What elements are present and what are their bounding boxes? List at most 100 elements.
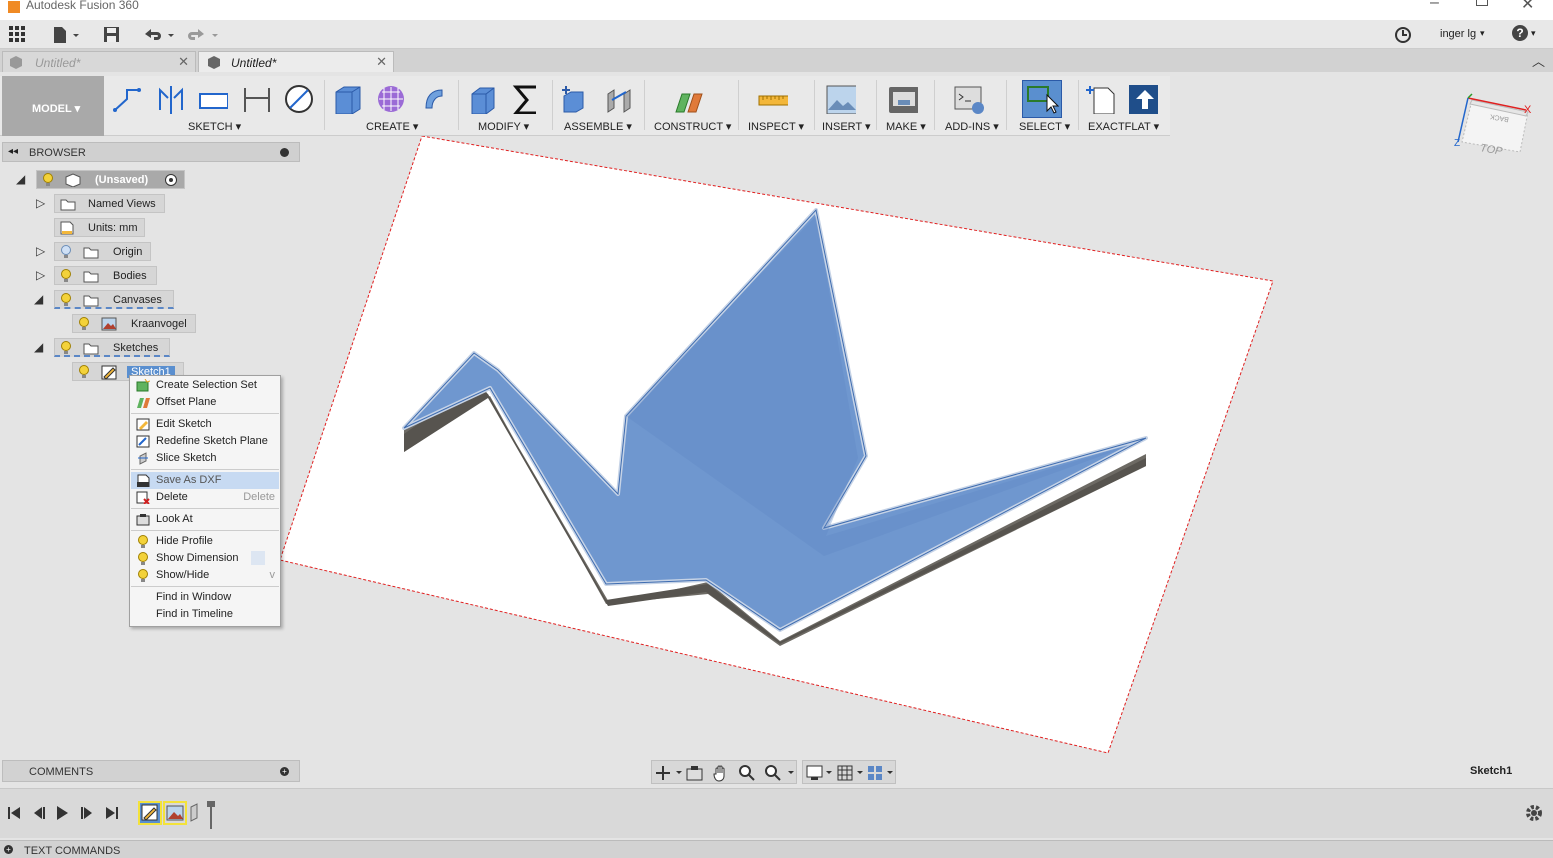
create-group-label[interactable]: CREATE ▾ — [366, 120, 418, 133]
browser-node-bodies[interactable]: Bodies — [54, 266, 157, 285]
visibility-bulb-icon[interactable] — [42, 173, 54, 187]
browser-options-icon[interactable] — [280, 148, 289, 157]
timeline-previous-icon[interactable] — [30, 805, 46, 821]
timeline-next-icon[interactable] — [80, 805, 96, 821]
viewports-icon[interactable] — [867, 765, 895, 781]
activate-radio-icon[interactable] — [165, 174, 177, 186]
display-settings-icon[interactable] — [806, 765, 834, 781]
user-account-label[interactable]: inger lg — [1440, 28, 1476, 40]
user-dropdown-chevron-icon[interactable]: ▾ — [1480, 28, 1485, 39]
menu-item-find-in-timeline[interactable]: Find in Timeline — [131, 606, 279, 623]
expand-origin-icon[interactable]: ▷ — [36, 244, 45, 258]
grid-settings-icon[interactable] — [837, 765, 865, 781]
visibility-bulb-icon[interactable] — [60, 341, 72, 355]
make-group-label[interactable]: MAKE ▾ — [886, 120, 926, 133]
collapse-browser-icon[interactable]: ◂◂ — [8, 146, 18, 157]
save-icon[interactable] — [103, 26, 121, 44]
redo-icon[interactable] — [186, 26, 222, 44]
menu-item-hide-profile[interactable]: Hide Profile — [131, 533, 279, 550]
browser-node-canvases[interactable]: Canvases — [54, 290, 174, 309]
menu-item-save-as-dxf[interactable]: Save As DXF — [131, 472, 279, 489]
menu-item-show-dimension[interactable]: Show Dimension — [131, 550, 279, 567]
assemble-group-label[interactable]: ASSEMBLE ▾ — [564, 120, 632, 133]
exactflat-export-icon[interactable] — [1128, 84, 1158, 114]
menu-item-show-hide[interactable]: Show/Hide v — [131, 567, 279, 584]
expand-text-commands-icon[interactable]: + — [4, 845, 13, 854]
measure-tool-icon[interactable] — [758, 84, 788, 114]
extrude-tool-icon[interactable] — [332, 84, 362, 114]
joint-tool-icon[interactable] — [604, 84, 634, 114]
inspect-group-label[interactable]: INSPECT ▾ — [748, 120, 804, 133]
expand-named-views-icon[interactable]: ▷ — [36, 196, 45, 210]
help-dropdown-chevron-icon[interactable]: ▾ — [1531, 28, 1536, 39]
browser-node-origin[interactable]: Origin — [54, 242, 151, 261]
mirror-tool-icon[interactable] — [156, 84, 186, 114]
menu-item-edit-sketch[interactable]: Edit Sketch — [131, 416, 279, 433]
rectangle-tool-icon[interactable] — [198, 84, 228, 114]
timeline-canvas-feature[interactable] — [163, 801, 187, 825]
app-grid-icon[interactable] — [9, 26, 27, 44]
fit-icon[interactable] — [764, 764, 796, 782]
file-menu-icon[interactable] — [52, 26, 82, 44]
insert-canvas-icon[interactable] — [826, 84, 856, 114]
menu-item-offset-plane[interactable]: Offset Plane — [131, 394, 279, 411]
timeline-play-icon[interactable] — [54, 805, 70, 821]
collapse-sketches-icon[interactable]: ◢ — [34, 340, 43, 354]
modify-group-label[interactable]: MODIFY ▾ — [478, 120, 529, 133]
select-tool-button[interactable] — [1022, 80, 1062, 118]
menu-item-find-in-window[interactable]: Find in Window — [131, 589, 279, 606]
press-pull-tool-icon[interactable] — [468, 84, 498, 114]
revolve-tool-icon[interactable] — [420, 84, 450, 114]
collapse-toolbar-icon[interactable]: ︿ — [1532, 51, 1545, 70]
timeline-first-icon[interactable] — [6, 805, 22, 821]
pan-hand-icon[interactable] — [712, 764, 730, 782]
expand-bodies-icon[interactable]: ▷ — [36, 268, 45, 282]
form-tool-icon[interactable] — [376, 84, 406, 114]
select-group-label[interactable]: SELECT ▾ — [1019, 120, 1070, 133]
visibility-bulb-icon[interactable] — [60, 269, 72, 283]
zoom-icon[interactable] — [738, 764, 756, 782]
visibility-bulb-icon[interactable] — [78, 365, 90, 379]
close-tab-icon[interactable]: ✕ — [376, 54, 387, 70]
browser-panel-header[interactable]: ◂◂ BROWSER — [2, 142, 300, 162]
scripts-addins-icon[interactable] — [954, 84, 984, 114]
compute-sigma-icon[interactable] — [512, 84, 542, 114]
offset-plane-icon[interactable] — [674, 84, 704, 114]
close-window-icon[interactable]: ✕ — [1521, 0, 1534, 14]
minimize-icon[interactable]: – — [1430, 0, 1439, 12]
circle-tool-icon[interactable] — [284, 84, 314, 114]
tab-untitled-2[interactable]: Untitled* ✕ — [198, 51, 394, 72]
tab-untitled-1[interactable]: Untitled* ✕ — [2, 51, 196, 72]
collapse-canvases-icon[interactable]: ◢ — [34, 292, 43, 306]
visibility-bulb-icon[interactable] — [60, 245, 72, 259]
line-tool-icon[interactable] — [112, 84, 142, 114]
timeline-settings-gear-icon[interactable] — [1524, 803, 1544, 823]
menu-item-delete[interactable]: Delete Delete — [131, 489, 279, 506]
timeline-sketch-feature[interactable] — [138, 801, 162, 825]
visibility-bulb-icon[interactable] — [78, 317, 90, 331]
undo-icon[interactable] — [142, 26, 178, 44]
visibility-bulb-icon[interactable] — [60, 293, 72, 307]
menu-item-redefine-sketch-plane[interactable]: Redefine Sketch Plane — [131, 433, 279, 450]
menu-item-create-selection-set[interactable]: Create Selection Set — [131, 377, 279, 394]
dimension-tool-icon[interactable] — [242, 84, 272, 114]
view-cube[interactable]: TOP BACK X Z — [1450, 92, 1540, 178]
browser-node-sketches[interactable]: Sketches — [54, 338, 170, 357]
menu-item-look-at[interactable]: Look At — [131, 511, 279, 528]
menu-item-slice-sketch[interactable]: Slice Sketch — [131, 450, 279, 467]
timeline-marker-icon[interactable] — [189, 801, 217, 833]
look-at-icon[interactable] — [686, 765, 704, 781]
help-icon[interactable]: ? — [1512, 25, 1528, 41]
3d-print-icon[interactable] — [888, 84, 918, 114]
browser-node-named-views[interactable]: Named Views — [54, 194, 165, 213]
maximize-icon[interactable] — [1476, 0, 1488, 6]
construct-group-label[interactable]: CONSTRUCT ▾ — [654, 120, 731, 133]
browser-root-node[interactable]: (Unsaved) — [36, 170, 185, 189]
browser-node-kraanvogel[interactable]: Kraanvogel — [72, 314, 196, 333]
expand-root-icon[interactable]: ◢ — [16, 172, 25, 186]
text-commands-bar[interactable]: + TEXT COMMANDS — [0, 840, 1553, 858]
insert-group-label[interactable]: INSERT ▾ — [822, 120, 871, 133]
add-comment-icon[interactable]: + — [280, 767, 289, 776]
browser-node-units[interactable]: Units: mm — [54, 218, 145, 237]
exactflat-new-icon[interactable] — [1086, 84, 1116, 114]
